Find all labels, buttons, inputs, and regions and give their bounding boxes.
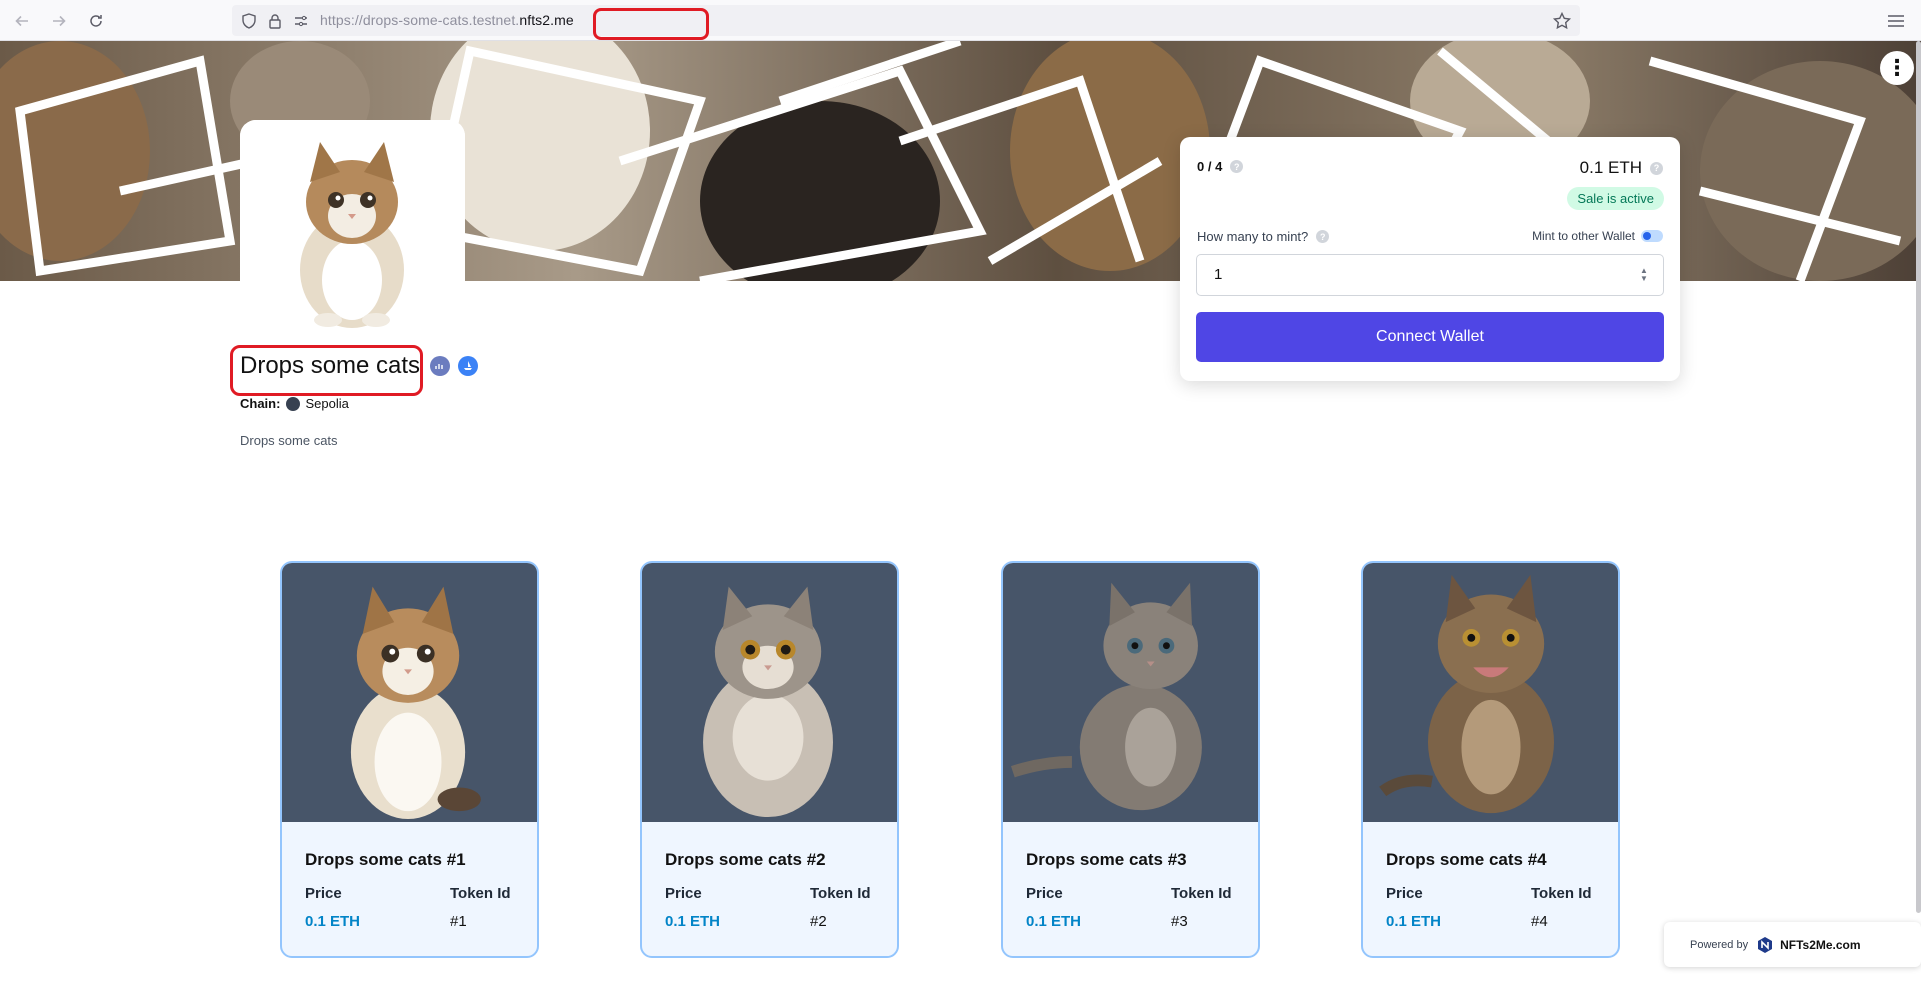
nft-price: 0.1 ETH <box>305 913 361 930</box>
more-options-icon[interactable]: ⋮ <box>1880 51 1914 85</box>
chain-value: Sepolia <box>305 396 349 411</box>
nft-token-id: #2 <box>810 913 827 930</box>
token-id-label: Token Id <box>1531 885 1592 902</box>
mint-other-toggle[interactable] <box>1641 230 1663 242</box>
nft-token-id: #3 <box>1171 913 1188 930</box>
collection-description: Drops some cats <box>240 433 338 448</box>
nft-image <box>1003 563 1258 822</box>
nft-price: 0.1 ETH <box>1386 913 1442 930</box>
connect-wallet-button[interactable]: Connect Wallet <box>1196 312 1664 362</box>
powered-by-label: Powered by <box>1690 938 1749 951</box>
brand-name: NFTs2Me.com <box>1780 937 1861 952</box>
token-id-label: Token Id <box>450 885 511 902</box>
permissions-icon[interactable] <box>292 12 310 30</box>
quantity-input[interactable]: 1 ▲ ▼ <box>1196 254 1664 296</box>
nft-token-id: #4 <box>1531 913 1548 930</box>
mint-panel: 0 / 4 ? 0.1 ETH ? Sale is active How man… <box>1180 137 1680 381</box>
sale-status-badge: Sale is active <box>1567 187 1664 210</box>
hamburger-menu-icon[interactable] <box>1884 9 1908 33</box>
address-bar[interactable]: https://drops-some-cats.testnet.nfts2.me <box>232 5 1580 40</box>
supply-value: 0 / 4 <box>1197 159 1223 174</box>
chain-label: Chain: <box>240 396 281 411</box>
url-text[interactable]: https://drops-some-cats.testnet.nfts2.me <box>320 12 574 28</box>
chain-info: Chain: Sepolia <box>240 396 349 411</box>
help-icon[interactable]: ? <box>1230 160 1244 173</box>
etherscan-icon[interactable] <box>430 356 451 376</box>
quantity-label: How many to mint? ? <box>1197 229 1330 244</box>
highlight-annotation <box>593 8 709 40</box>
quantity-label-text: How many to mint? <box>1197 229 1309 244</box>
reload-icon[interactable] <box>84 9 108 33</box>
forward-icon[interactable] <box>47 9 71 33</box>
lock-icon[interactable] <box>266 12 284 30</box>
nft-name: Drops some cats #1 <box>305 850 466 869</box>
nft-card[interactable]: Drops some cats #3 Price Token Id 0.1 ET… <box>1001 561 1260 958</box>
nft-price: 0.1 ETH <box>665 913 721 930</box>
back-icon[interactable] <box>10 9 34 33</box>
price-label: Price <box>665 885 702 902</box>
opensea-icon[interactable] <box>458 356 479 376</box>
token-id-label: Token Id <box>1171 885 1232 902</box>
quantity-stepper[interactable]: ▲ ▼ <box>1637 267 1651 285</box>
nft-card[interactable]: Drops some cats #1 Price Token Id 0.1 ET… <box>280 561 539 958</box>
token-id-label: Token Id <box>810 885 871 902</box>
nft-image <box>642 563 897 822</box>
browser-toolbar: https://drops-some-cats.testnet.nfts2.me <box>0 0 1921 41</box>
ethereum-icon <box>286 396 301 411</box>
nft-card[interactable]: Drops some cats #2 Price Token Id 0.1 ET… <box>640 561 899 958</box>
mint-other-label: Mint to other Wallet <box>1532 229 1635 243</box>
mint-to-other-wallet: Mint to other Wallet <box>1532 229 1663 243</box>
price-value: 0.1 ETH <box>1579 158 1642 177</box>
bookmark-star-icon[interactable] <box>1552 11 1572 31</box>
mint-price: 0.1 ETH ? <box>1580 158 1663 178</box>
nft-image <box>282 563 537 822</box>
help-icon[interactable]: ? <box>1650 161 1663 175</box>
nft-token-id: #1 <box>450 913 467 930</box>
collection-avatar <box>240 120 465 332</box>
help-icon[interactable]: ? <box>1316 230 1330 243</box>
nft-price: 0.1 ETH <box>1026 913 1082 930</box>
supply-counter: 0 / 4 ? <box>1197 159 1244 174</box>
shield-icon[interactable] <box>240 12 258 30</box>
nft-name: Drops some cats #3 <box>1026 850 1187 869</box>
highlight-annotation <box>230 345 423 396</box>
nft-card[interactable]: Drops some cats #4 Price Token Id 0.1 ET… <box>1361 561 1620 958</box>
nft-name: Drops some cats #4 <box>1386 850 1547 869</box>
price-label: Price <box>1386 885 1423 902</box>
price-label: Price <box>305 885 342 902</box>
nfts2me-logo-icon <box>1758 936 1773 953</box>
nft-image <box>1363 563 1618 822</box>
nft-name: Drops some cats #2 <box>665 850 826 869</box>
scrollbar[interactable] <box>1916 41 1921 913</box>
quantity-value: 1 <box>1214 266 1223 283</box>
powered-by-badge[interactable]: Powered by NFTs2Me.com <box>1664 922 1921 967</box>
price-label: Price <box>1026 885 1063 902</box>
